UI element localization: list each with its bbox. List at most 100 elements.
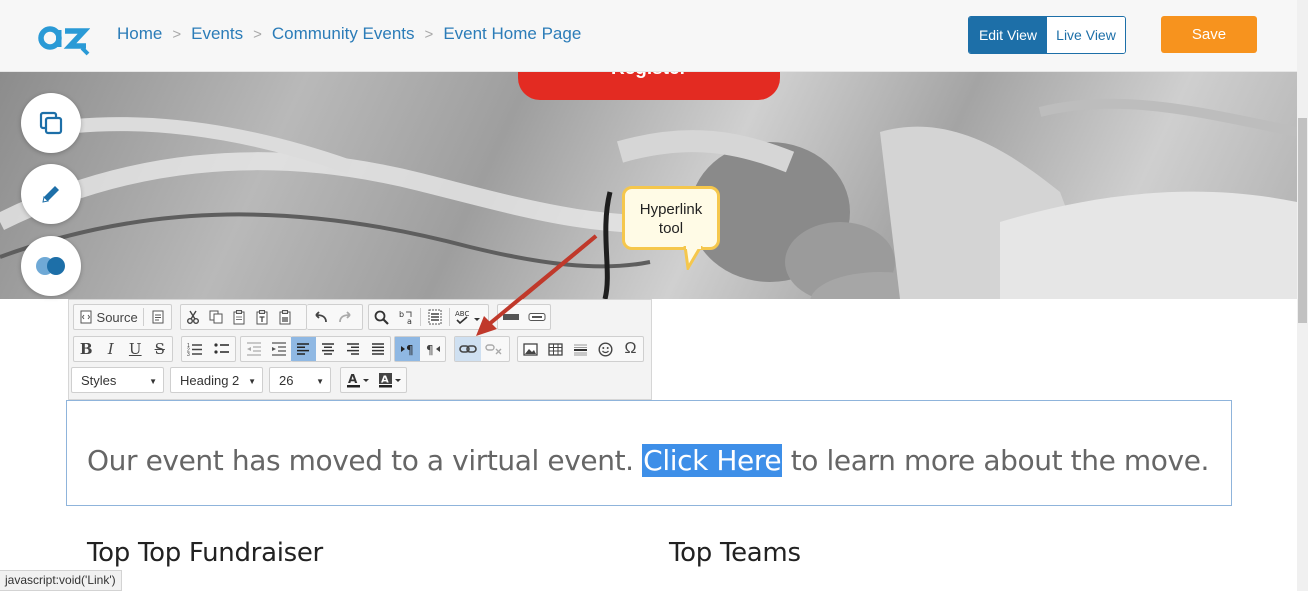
svg-text:¶: ¶ xyxy=(406,343,414,356)
numbered-list-button[interactable]: 123 xyxy=(182,337,209,361)
selected-link-text[interactable]: Click Here xyxy=(642,444,783,477)
undo-group xyxy=(307,304,363,330)
editor-text-after: to learn more about the move. xyxy=(782,444,1210,477)
svg-text:¶: ¶ xyxy=(426,343,434,356)
strikethrough-button[interactable]: S xyxy=(148,337,173,361)
smiley-button[interactable] xyxy=(593,337,618,361)
spellcheck-button[interactable]: ABC xyxy=(450,305,486,329)
textfield-icon xyxy=(503,314,519,320)
save-button[interactable]: Save xyxy=(1161,16,1257,53)
copy-doc-icon xyxy=(209,310,222,324)
source-label: Source xyxy=(96,309,138,325)
outdent-icon xyxy=(246,342,261,356)
textfield-button[interactable] xyxy=(498,305,524,329)
select-all-button[interactable] xyxy=(421,305,449,329)
source-button[interactable]: Source xyxy=(74,305,143,329)
undo-icon xyxy=(315,311,327,323)
align-left-button[interactable] xyxy=(291,337,316,361)
breadcrumb-home[interactable]: Home xyxy=(117,24,162,44)
page-scrollbar-thumb[interactable] xyxy=(1298,118,1307,323)
align-left-icon xyxy=(297,343,310,355)
paste-text-button[interactable] xyxy=(250,305,273,329)
insert-group: Ω xyxy=(517,336,644,362)
text-color-icon: A xyxy=(346,372,369,388)
button-shape-icon xyxy=(528,313,546,321)
font-size-dropdown[interactable]: 26 ▼ xyxy=(269,367,331,393)
rtl-button[interactable]: ¶ xyxy=(420,337,445,361)
button-insert-button[interactable] xyxy=(524,305,550,329)
italic-button[interactable]: I xyxy=(99,337,124,361)
bullet-list-icon xyxy=(214,343,229,354)
align-center-button[interactable] xyxy=(316,337,341,361)
breadcrumb-events[interactable]: Events xyxy=(191,24,243,44)
replace-button[interactable]: ba xyxy=(394,305,420,329)
horizontal-line-icon xyxy=(574,344,587,355)
redo-icon xyxy=(339,311,351,323)
unlink-icon xyxy=(485,344,502,355)
background-color-button[interactable]: A xyxy=(374,368,406,392)
special-char-button[interactable]: Ω xyxy=(618,337,643,361)
outdent-button[interactable] xyxy=(241,337,266,361)
underline-button[interactable]: U xyxy=(123,337,148,361)
ltr-icon: ¶ xyxy=(400,343,414,356)
unlink-button[interactable] xyxy=(481,337,507,361)
top-fundraiser-heading: Top Top Fundraiser xyxy=(87,538,323,568)
top-bar: Home > Events > Community Events > Event… xyxy=(0,0,1297,72)
format-value: Heading 2 xyxy=(180,372,240,388)
ltr-button[interactable]: ¶ xyxy=(395,337,420,361)
paste-word-icon xyxy=(279,309,290,324)
horizontal-line-button[interactable] xyxy=(568,337,593,361)
align-right-icon xyxy=(346,343,359,355)
chevron-down-icon: ▼ xyxy=(248,377,256,386)
text-color-button[interactable]: A xyxy=(341,368,374,392)
edit-view-button[interactable]: Edit View xyxy=(969,17,1047,53)
breadcrumb-event-home-page[interactable]: Event Home Page xyxy=(443,24,581,44)
page-root: { "header": { "logo_text": "az", "breadc… xyxy=(0,0,1308,591)
rich-text-editor[interactable]: Our event has moved to a virtual event. … xyxy=(66,400,1232,506)
preview-button[interactable] xyxy=(144,305,171,329)
copy-button[interactable] xyxy=(204,305,227,329)
bullet-list-button[interactable] xyxy=(209,337,236,361)
format-dropdown[interactable]: Heading 2 ▼ xyxy=(170,367,263,393)
svg-text:A: A xyxy=(348,372,358,386)
editor-paragraph[interactable]: Our event has moved to a virtual event. … xyxy=(87,444,1209,477)
redo-button[interactable] xyxy=(333,305,359,329)
breadcrumb-separator: > xyxy=(253,25,262,43)
hyperlink-button[interactable] xyxy=(455,337,481,361)
spellcheck-icon: ABC xyxy=(455,310,480,325)
svg-text:b: b xyxy=(399,310,404,319)
image-button[interactable] xyxy=(518,337,543,361)
top-teams-heading: Top Teams xyxy=(669,538,801,568)
find-button[interactable] xyxy=(369,305,394,329)
live-view-button[interactable]: Live View xyxy=(1047,17,1125,53)
breadcrumb: Home > Events > Community Events > Event… xyxy=(117,24,581,44)
bold-button[interactable]: B xyxy=(74,337,99,361)
align-right-button[interactable] xyxy=(341,337,366,361)
view-toggle: Edit View Live View xyxy=(968,16,1126,54)
color-group: A A xyxy=(340,367,407,393)
styles-dropdown[interactable]: Styles ▼ xyxy=(71,367,164,393)
breadcrumb-community-events[interactable]: Community Events xyxy=(272,24,415,44)
align-group xyxy=(291,336,391,362)
browser-status-bar: javascript:void('Link') xyxy=(0,570,122,591)
rtl-icon: ¶ xyxy=(426,343,440,356)
cut-button[interactable] xyxy=(181,305,204,329)
indent-group xyxy=(240,336,292,362)
align-center-icon xyxy=(322,343,335,355)
image-icon xyxy=(523,342,538,356)
paste-word-button[interactable] xyxy=(273,305,296,329)
direction-group: ¶ ¶ xyxy=(394,336,446,362)
az-logo[interactable] xyxy=(38,22,91,56)
select-all-icon xyxy=(428,309,442,325)
undo-button[interactable] xyxy=(307,305,333,329)
form-group xyxy=(497,304,551,330)
font-size-value: 26 xyxy=(279,372,294,388)
source-group: Source xyxy=(73,304,172,330)
indent-button[interactable] xyxy=(266,337,291,361)
justify-button[interactable] xyxy=(365,337,390,361)
breadcrumb-separator: > xyxy=(172,25,182,43)
paste-button[interactable] xyxy=(227,305,250,329)
background-color-icon: A xyxy=(379,373,401,388)
table-button[interactable] xyxy=(543,337,568,361)
clipboard-group xyxy=(180,304,307,330)
